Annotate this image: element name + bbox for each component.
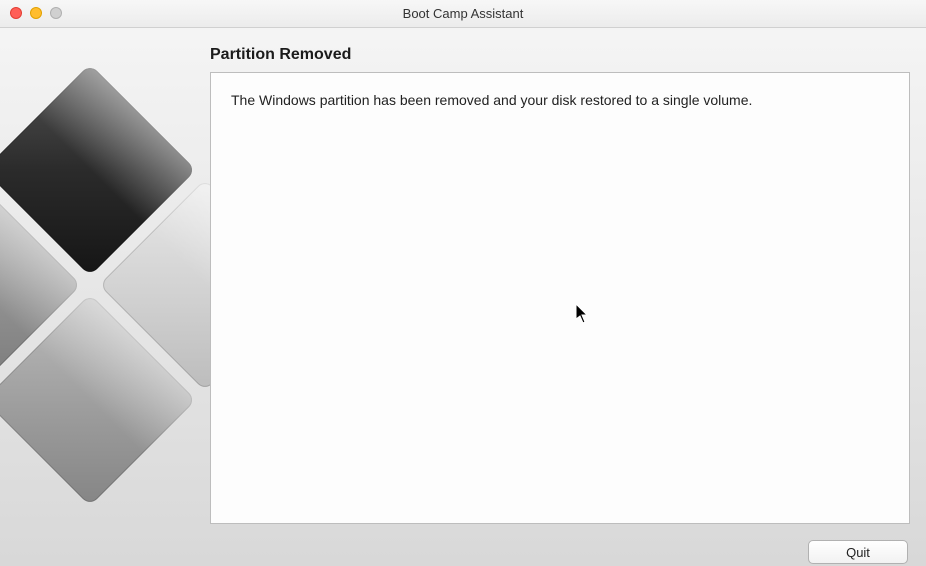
- window-title: Boot Camp Assistant: [403, 6, 524, 21]
- minimize-window-button[interactable]: [30, 7, 42, 19]
- page-heading: Partition Removed: [210, 46, 351, 64]
- zoom-window-button: [50, 7, 62, 19]
- quit-button-label: Quit: [846, 545, 870, 560]
- window-titlebar: Boot Camp Assistant: [0, 0, 926, 28]
- traffic-lights: [10, 7, 62, 19]
- content-panel: The Windows partition has been removed a…: [210, 72, 910, 524]
- quit-button[interactable]: Quit: [808, 540, 908, 564]
- close-window-button[interactable]: [10, 7, 22, 19]
- body-text: The Windows partition has been removed a…: [231, 91, 889, 111]
